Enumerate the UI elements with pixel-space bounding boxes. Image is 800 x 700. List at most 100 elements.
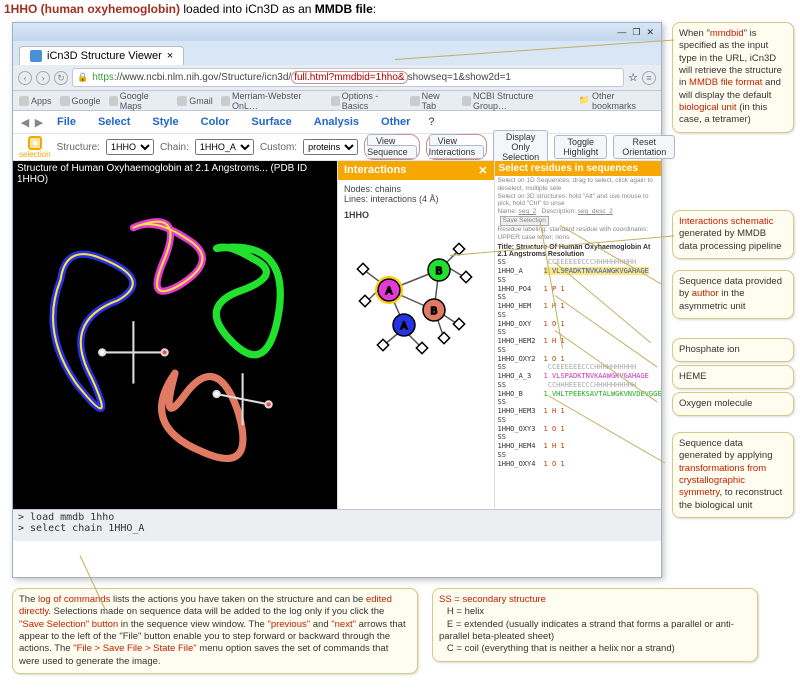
interactions-header[interactable]: Interactions ✕ xyxy=(338,161,494,180)
seq-row[interactable]: SS xyxy=(495,398,661,407)
file-format: MMDB file xyxy=(315,2,373,16)
next-icon[interactable]: ▶ xyxy=(33,116,45,129)
label-structure: Structure: xyxy=(57,142,100,153)
sequence-header[interactable]: Select residues in sequences xyxy=(495,161,661,176)
callout-heme: HEME xyxy=(672,365,794,389)
seq-row[interactable]: 1HHO_OXY41 O 1 xyxy=(495,460,661,469)
bookmark-star-icon[interactable]: ☆ xyxy=(628,71,638,84)
selection-icon[interactable] xyxy=(28,136,42,150)
log-line: > select chain 1HHO_A xyxy=(18,523,656,534)
close-icon[interactable]: ✕ xyxy=(646,27,654,38)
seq-row[interactable]: 1HHO_OXY31 O 1 xyxy=(495,425,661,434)
seq-row[interactable]: SS xyxy=(495,451,661,460)
favicon-icon xyxy=(30,50,42,62)
browser-window: — ❐ ✕ iCn3D Structure Viewer × ‹ › ↻ 🔒 h… xyxy=(12,22,662,578)
label-chain: Chain: xyxy=(160,142,189,153)
browser-tab[interactable]: iCn3D Structure Viewer × xyxy=(19,46,184,65)
svg-text:A: A xyxy=(401,321,408,332)
close-panel-icon[interactable]: ✕ xyxy=(478,164,487,177)
bookmark-mw[interactable]: Merriam-Webster OnL… xyxy=(221,91,323,111)
bookmark-newtab[interactable]: New Tab xyxy=(410,91,453,111)
menu-file[interactable]: File xyxy=(47,113,86,131)
callout-mmdbid: When "mmdbid" is specified as the input … xyxy=(672,22,794,133)
seq-row[interactable]: 1HHO_HEM1 H 1 xyxy=(495,302,661,311)
svg-text:A: A xyxy=(386,286,393,297)
interactions-panel: Interactions ✕ Nodes: chains Lines: inte… xyxy=(337,161,494,509)
apps-icon[interactable]: Apps xyxy=(19,96,52,106)
select-chain[interactable]: 1HHO_A xyxy=(195,139,254,155)
command-log[interactable]: > load mmdb 1hho > select chain 1HHO_A xyxy=(13,509,661,541)
bookmarks-bar: Apps Google Google Maps Gmail Merriam-We… xyxy=(13,91,661,111)
page-heading: 1HHO (human oxyhemoglobin) loaded into i… xyxy=(0,0,800,18)
toolbar: selection Structure: 1HHO Chain: 1HHO_A … xyxy=(13,133,661,161)
reset-orientation-button[interactable]: ResetOrientation xyxy=(613,135,675,159)
menu-analysis[interactable]: Analysis xyxy=(304,113,369,131)
menu-surface[interactable]: Surface xyxy=(241,113,301,131)
bookmark-gmail[interactable]: Gmail xyxy=(177,96,213,106)
prev-icon[interactable]: ◀ xyxy=(19,116,31,129)
callout-schematic: Interactions schematic generated by MMDB… xyxy=(672,210,794,259)
bookmark-maps[interactable]: Google Maps xyxy=(109,91,170,111)
lock-icon: 🔒 xyxy=(77,72,88,83)
svg-text:B: B xyxy=(431,306,438,317)
window-titlebar: — ❐ ✕ xyxy=(13,23,661,41)
sequence-rows[interactable]: SS CCEEEEEECCCHHHHHHHHHH1HHO_A1 VLSPADKT… xyxy=(495,258,661,468)
interactions-meta: Nodes: chains Lines: interactions (4 Å) … xyxy=(338,180,494,224)
menu-select[interactable]: Select xyxy=(88,113,140,131)
select-custom[interactable]: proteins xyxy=(303,139,358,155)
display-only-button[interactable]: Display OnlySelection xyxy=(493,130,548,164)
interactions-schematic[interactable]: A B A B xyxy=(338,224,494,369)
reload-icon[interactable]: ↻ xyxy=(54,71,68,85)
structure-viewer[interactable]: Structure of Human Oxyhaemoglobin at 2.1… xyxy=(13,161,337,509)
icn3d-app: ◀ ▶ File Select Style Color Surface Anal… xyxy=(13,111,661,577)
seq-row[interactable]: 1HHO_OXY1 O 1 xyxy=(495,320,661,329)
menu-help[interactable]: ? xyxy=(422,113,440,131)
seq-row[interactable]: 1HHO_B1 VHLTPEEKSAVTALWGKVNVDEVGGEALGRLL xyxy=(495,390,661,399)
callout-author: Sequence data provided by author in the … xyxy=(672,270,794,319)
select-structure[interactable]: 1HHO xyxy=(106,139,154,155)
bookmark-options[interactable]: Options - Basics xyxy=(331,91,403,111)
seq-row[interactable]: SS xyxy=(495,293,661,302)
seq-row[interactable]: 1HHO_PO41 P 1 xyxy=(495,285,661,294)
canvas-row: Structure of Human Oxyhaemoglobin at 2.1… xyxy=(13,161,661,509)
bookmark-google[interactable]: Google xyxy=(60,96,101,106)
svg-text:B: B xyxy=(436,266,443,277)
callout-ss: SS = secondary structure H = helix E = e… xyxy=(432,588,758,662)
forward-icon[interactable]: › xyxy=(36,71,50,85)
minimize-icon[interactable]: — xyxy=(617,27,626,37)
seq-hint: Select on 1D Sequences: drag to select, … xyxy=(495,176,661,242)
view-sequence-button[interactable]: ViewSequence xyxy=(367,134,417,159)
pdb-id: 1HHO (human oxyhemoglobin) xyxy=(4,2,180,16)
menu-style[interactable]: Style xyxy=(142,113,188,131)
address-bar[interactable]: 🔒 https://www.ncbi.nlm.nih.gov/Structure… xyxy=(72,68,624,87)
menu-color[interactable]: Color xyxy=(191,113,240,131)
other-bookmarks[interactable]: 📁 Other bookmarks xyxy=(579,91,655,111)
tab-strip: iCn3D Structure Viewer × xyxy=(13,41,661,65)
view-interactions-button[interactable]: ViewInteractions xyxy=(429,134,485,159)
callout-log: The log of commands lists the actions yo… xyxy=(12,588,418,674)
callout-transforms: Sequence data generated by applying tran… xyxy=(672,432,794,518)
seq-row[interactable]: SS xyxy=(495,416,661,425)
seq-row[interactable]: 1HHO_HEM21 H 1 xyxy=(495,337,661,346)
url-highlight: full.html?mmdbid=1hho& xyxy=(291,71,407,84)
seq-row[interactable]: 1HHO_OXY21 O 1 xyxy=(495,355,661,364)
back-icon[interactable]: ‹ xyxy=(18,71,32,85)
seq-row[interactable]: 1HHO_A_31 VLSPADKTNVKAAWGKVGAHAGE xyxy=(495,372,661,381)
menu-other[interactable]: Other xyxy=(371,113,420,131)
seq-row[interactable]: SS CCEEEEEECCCHHHHHHHHHH xyxy=(495,258,661,267)
save-selection-button[interactable]: Save Selection xyxy=(500,216,549,226)
label-custom: Custom: xyxy=(260,142,297,153)
close-tab-icon[interactable]: × xyxy=(167,50,173,62)
seq-row[interactable]: SS xyxy=(495,433,661,442)
sequence-panel: Select residues in sequences Select on 1… xyxy=(494,161,661,509)
bookmark-ncbi[interactable]: NCBI Structure Group… xyxy=(462,91,563,111)
seq-row[interactable]: SS CCEEEEEECCCHHHHHHHHHH xyxy=(495,363,661,372)
address-bar-row: ‹ › ↻ 🔒 https://www.ncbi.nlm.nih.gov/Str… xyxy=(13,65,661,91)
menu-icon[interactable]: ≡ xyxy=(642,71,656,85)
toggle-highlight-button[interactable]: ToggleHighlight xyxy=(554,135,607,159)
app-menubar: ◀ ▶ File Select Style Color Surface Anal… xyxy=(13,111,661,133)
protein-rendering xyxy=(19,181,331,503)
callout-po4: Phosphate ion xyxy=(672,338,794,362)
maximize-icon[interactable]: ❐ xyxy=(632,27,640,38)
callout-oxy: Oxygen molecule xyxy=(672,392,794,416)
